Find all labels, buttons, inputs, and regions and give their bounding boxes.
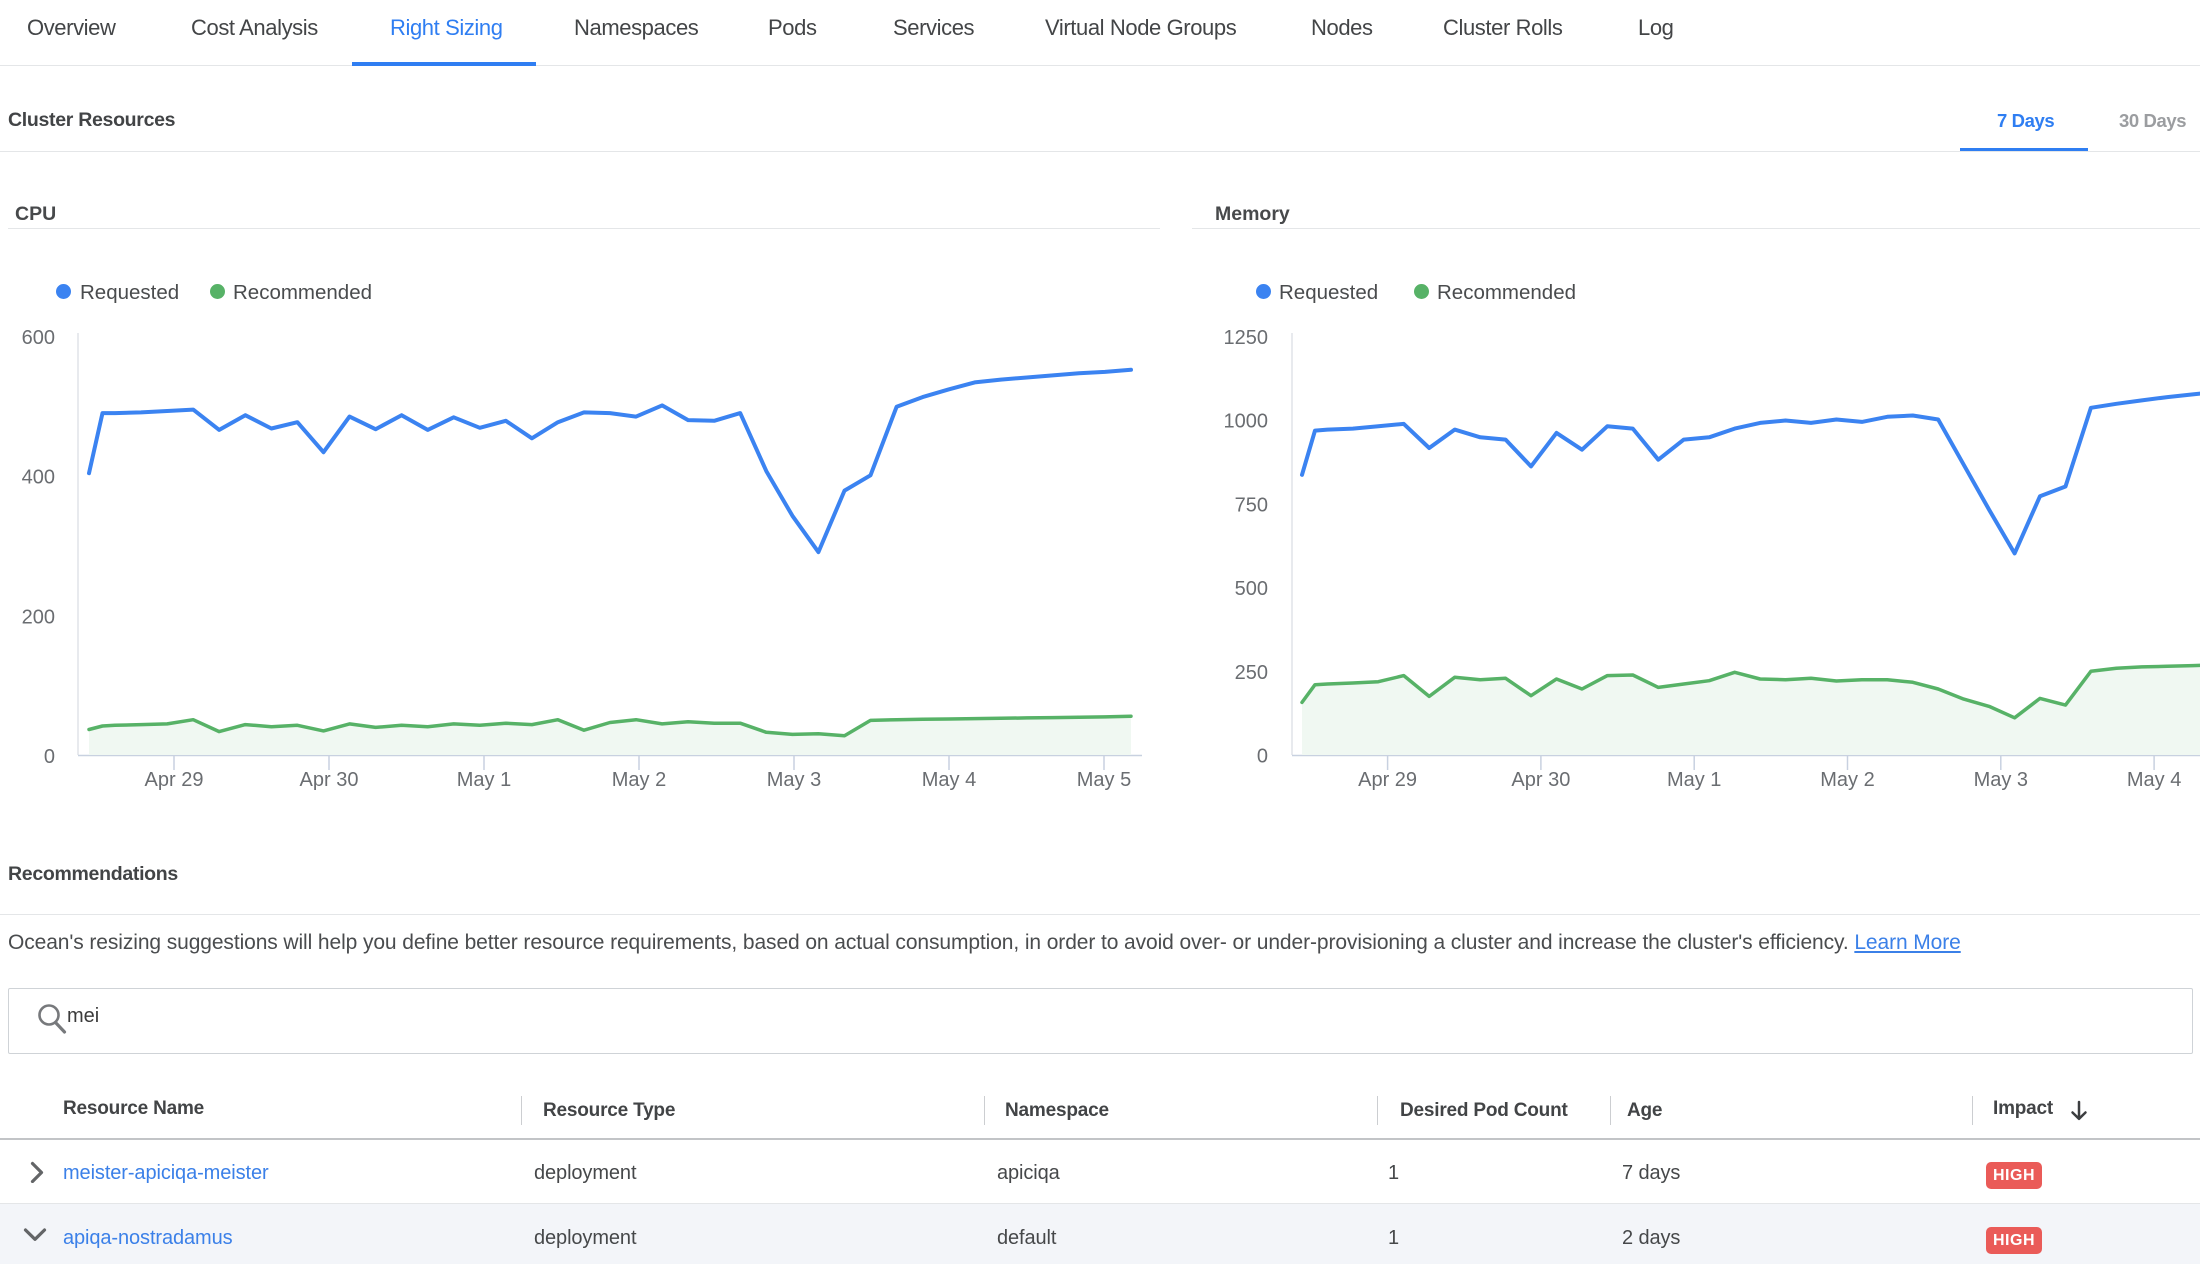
svg-text:Apr 29: Apr 29 (1358, 769, 1417, 791)
svg-text:1250: 1250 (1224, 327, 1269, 349)
svg-text:200: 200 (22, 606, 55, 628)
svg-text:Apr 30: Apr 30 (300, 769, 359, 791)
svg-text:750: 750 (1235, 494, 1268, 516)
svg-text:500: 500 (1235, 578, 1268, 600)
svg-text:May 1: May 1 (457, 769, 511, 791)
svg-text:May 5: May 5 (1077, 769, 1131, 791)
svg-text:May 4: May 4 (922, 769, 976, 791)
svg-text:May 2: May 2 (612, 769, 666, 791)
svg-text:May 2: May 2 (1820, 769, 1874, 791)
svg-text:0: 0 (44, 746, 55, 768)
svg-text:0: 0 (1257, 746, 1268, 768)
svg-text:Apr 29: Apr 29 (145, 769, 204, 791)
svg-text:400: 400 (22, 467, 55, 489)
svg-text:May 4: May 4 (2127, 769, 2181, 791)
svg-text:600: 600 (22, 327, 55, 349)
svg-text:Apr 30: Apr 30 (1511, 769, 1570, 791)
svg-text:1000: 1000 (1224, 411, 1269, 433)
svg-text:May 1: May 1 (1667, 769, 1721, 791)
svg-text:May 3: May 3 (767, 769, 821, 791)
svg-text:250: 250 (1235, 662, 1268, 684)
svg-text:May 3: May 3 (1974, 769, 2028, 791)
